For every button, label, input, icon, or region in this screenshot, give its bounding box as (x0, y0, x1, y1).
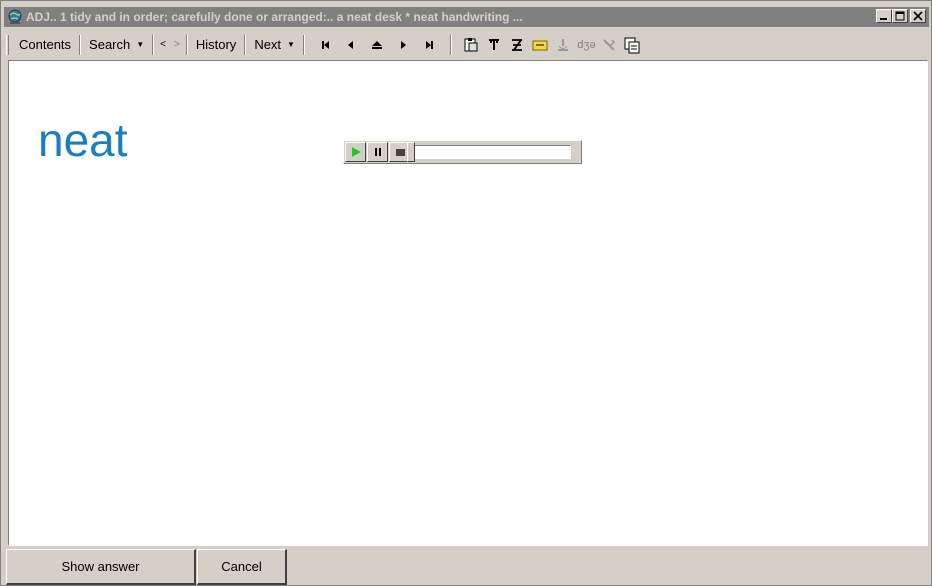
close-icon (913, 11, 923, 21)
toolbar-separator (152, 34, 155, 55)
toolbar-separator (244, 34, 247, 55)
show-answer-button[interactable]: Show answer (6, 549, 196, 585)
playback-progress-thumb[interactable] (407, 142, 415, 162)
history-label: History (195, 37, 237, 52)
next-item-button[interactable] (390, 34, 416, 56)
cancel-button[interactable]: Cancel (197, 549, 287, 585)
toolbar: Contents Search ▼ < > History Next ▼ dʒə (4, 30, 929, 59)
minimize-button[interactable] (876, 9, 892, 23)
recorder-icon (558, 38, 569, 51)
close-button[interactable] (910, 9, 926, 23)
sigma-button[interactable] (506, 34, 529, 56)
paste-button[interactable] (460, 34, 483, 56)
search-dropdown-icon[interactable]: ▼ (136, 40, 144, 49)
next-label: Next (254, 37, 282, 52)
forward-label: > (174, 39, 180, 50)
phonetic-label: dʒə (577, 38, 596, 51)
previous-item-button[interactable] (338, 34, 364, 56)
card-content: neat (8, 60, 928, 546)
question-word: neat (38, 114, 128, 166)
minimize-icon (880, 18, 887, 20)
maximize-button[interactable] (892, 9, 908, 23)
app-globe-icon (7, 9, 23, 25)
last-item-icon (425, 40, 433, 49)
phonetic-button[interactable]: dʒə (575, 34, 598, 56)
app-window: ADJ.. 1 tidy and in order; carefully don… (0, 0, 932, 586)
parent-item-icon (371, 40, 382, 49)
last-item-button[interactable] (416, 34, 442, 56)
sound-player (343, 140, 582, 164)
search-label: Search (89, 37, 131, 52)
playback-progress-track[interactable] (407, 142, 571, 162)
text-style-icon (489, 38, 500, 50)
contents-button[interactable]: Contents (13, 34, 77, 56)
forward-button[interactable]: > (170, 34, 184, 56)
recorder-button[interactable] (552, 34, 575, 56)
search-button[interactable]: Search ▼ (83, 34, 150, 56)
tools-icon (603, 38, 616, 51)
first-item-icon (322, 40, 330, 49)
toolbar-separator (449, 34, 452, 55)
parent-item-button[interactable] (364, 34, 390, 56)
maximize-icon (895, 11, 905, 21)
first-item-button[interactable] (315, 34, 338, 56)
pause-button[interactable] (367, 142, 388, 162)
next-item-icon (400, 40, 406, 49)
contents-label: Contents (19, 37, 72, 52)
note-button[interactable] (529, 34, 552, 56)
tools-button[interactable] (598, 34, 621, 56)
back-button[interactable]: < (156, 34, 170, 56)
next-button[interactable]: Next ▼ (248, 34, 301, 56)
window-title: ADJ.. 1 tidy and in order; carefully don… (26, 10, 523, 24)
play-icon (351, 147, 361, 157)
play-button[interactable] (345, 142, 366, 162)
toolbar-grip[interactable] (6, 34, 9, 55)
toolbar-separator (302, 34, 305, 55)
previous-item-icon (347, 40, 353, 49)
note-icon (532, 40, 548, 50)
toolbar-separator (79, 34, 82, 55)
copy-pages-button[interactable] (621, 34, 644, 56)
cancel-label: Cancel (221, 559, 262, 574)
pause-icon (374, 148, 381, 156)
stop-icon (395, 149, 405, 156)
sigma-icon (512, 38, 523, 51)
history-button[interactable]: History (190, 34, 242, 56)
copy-pages-icon (624, 37, 640, 53)
text-style-button[interactable] (483, 34, 506, 56)
show-answer-label: Show answer (61, 559, 140, 574)
toolbar-separator (185, 34, 188, 55)
next-dropdown-icon[interactable]: ▼ (287, 40, 295, 49)
title-bar[interactable]: ADJ.. 1 tidy and in order; carefully don… (4, 7, 929, 27)
paste-icon (464, 37, 478, 51)
back-label: < (160, 39, 167, 50)
